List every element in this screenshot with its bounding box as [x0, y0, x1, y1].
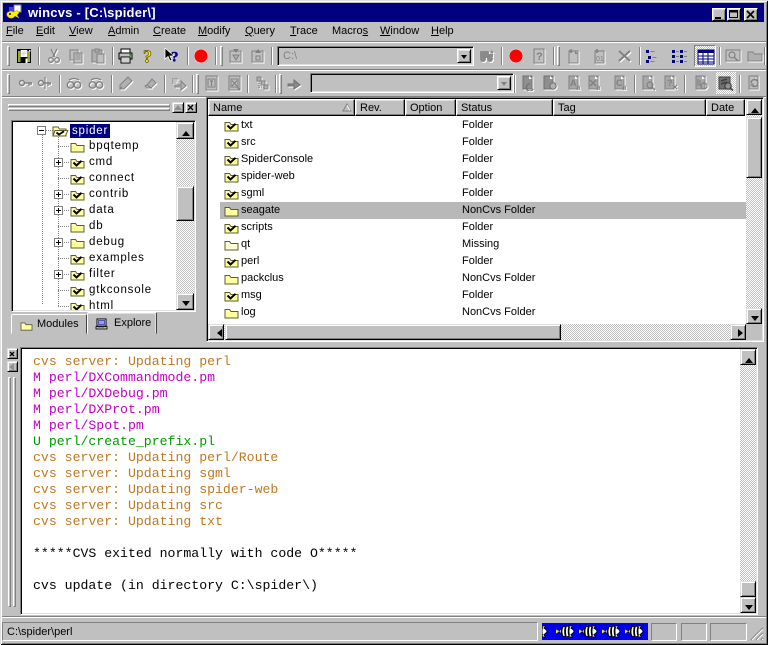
svg-text:a: a	[622, 83, 627, 91]
svg-text:01: 01	[596, 56, 604, 63]
svg-text:?: ?	[143, 48, 152, 64]
svg-text:?: ?	[536, 51, 543, 63]
svg-text:a: a	[596, 83, 601, 91]
svg-text:a: a	[576, 83, 581, 91]
svg-text:?: ?	[171, 50, 179, 65]
svg-text:?: ?	[667, 78, 673, 88]
